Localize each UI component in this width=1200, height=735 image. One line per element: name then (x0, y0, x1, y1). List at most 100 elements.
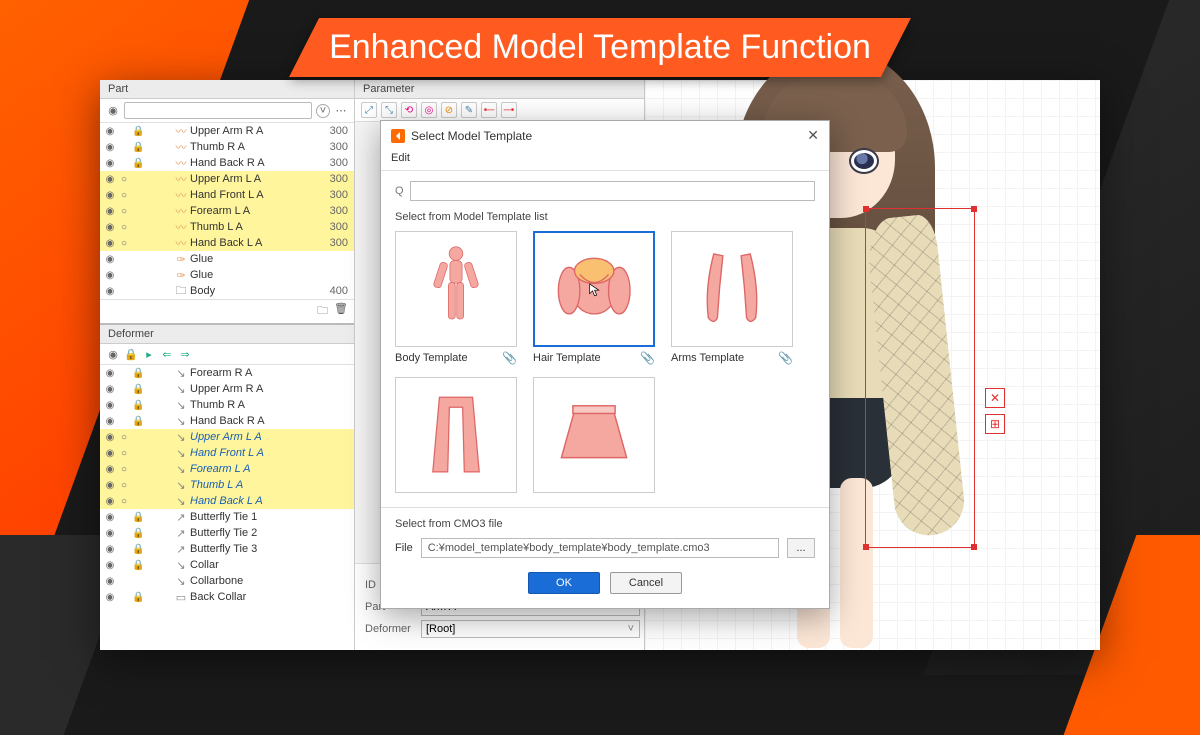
file-path-input[interactable] (421, 538, 779, 558)
deformer-row[interactable]: ◉○↘Upper Arm L A (100, 429, 354, 445)
collapse-icon[interactable]: ˅ (316, 104, 330, 118)
trash-icon[interactable]: 🗑 (334, 302, 348, 321)
part-row[interactable]: ◉○〰Hand Front L A300 (100, 187, 354, 203)
deformer-row-label: Butterfly Tie 2 (188, 527, 348, 539)
tool-link-icon[interactable]: ⊘ (441, 102, 457, 118)
app-logo-icon (391, 129, 405, 143)
new-folder-icon[interactable]: 🗀 (317, 302, 328, 321)
template-label: Arms Template (671, 352, 744, 364)
prop-deformer-label: Deformer (365, 623, 415, 635)
deformer-row-label: Upper Arm R A (188, 383, 348, 395)
deformer-row[interactable]: ◉○↘Thumb L A (100, 477, 354, 493)
dialog-titlebar[interactable]: Select Model Template ✕ (381, 121, 829, 150)
deformer-row-label: Back Collar (188, 591, 348, 603)
tool-shrink-icon[interactable]: ⤡ (381, 102, 397, 118)
deformer-row[interactable]: ◉○↘Forearm L A (100, 461, 354, 477)
deformer-row-label: Butterfly Tie 1 (188, 511, 348, 523)
deformer-tree[interactable]: ◉🔒↘Forearm R A◉🔒↘Upper Arm R A◉🔒↘Thumb R… (100, 365, 354, 605)
template-grid: Body Template📎Hair Template📎Arms Templat… (395, 231, 815, 493)
tool-refresh-icon[interactable]: ⟲ (401, 102, 417, 118)
part-row-label: Upper Arm L A (188, 173, 316, 185)
part-row-label: Body (188, 285, 316, 297)
arrow-right-icon[interactable]: ⇒ (178, 347, 192, 361)
part-row-label: Forearm L A (188, 205, 316, 217)
deformer-row-label: Collarbone (188, 575, 348, 587)
attachment-icon: 📎 (778, 351, 793, 365)
ok-button[interactable]: OK (528, 572, 600, 594)
lock-icon[interactable]: 🔒 (124, 347, 138, 361)
play-icon[interactable]: ▸ (142, 347, 156, 361)
deformer-row[interactable]: ◉○↘Hand Back L A (100, 493, 354, 509)
template-label: Body Template (395, 352, 468, 364)
deformer-row[interactable]: ◉🔒↗Butterfly Tie 3 (100, 541, 354, 557)
part-row[interactable]: ◉○〰Forearm L A300 (100, 203, 354, 219)
part-row[interactable]: ◉○〰Upper Arm L A300 (100, 171, 354, 187)
tool-slider2-icon[interactable]: ─• (501, 102, 517, 118)
deformer-row-label: Forearm L A (188, 463, 348, 475)
banner-title: Enhanced Model Template Function (289, 18, 911, 77)
template-card[interactable]: Arms Template 📎 (671, 231, 793, 365)
attachment-icon: 📎 (640, 351, 655, 365)
options-icon[interactable]: ⋯ (334, 104, 348, 118)
deformer-row[interactable]: ◉🔒↘Upper Arm R A (100, 381, 354, 397)
deformer-row[interactable]: ◉🔒↘Collar (100, 557, 354, 573)
tool-slider1-icon[interactable]: •─ (481, 102, 497, 118)
part-footer: 🗀 🗑 (100, 299, 354, 323)
deformer-row-label: Butterfly Tie 3 (188, 543, 348, 555)
part-row[interactable]: ◉✑Glue (100, 251, 354, 267)
part-row[interactable]: ◉🔒〰Hand Back R A300 (100, 155, 354, 171)
part-row[interactable]: ◉○〰Hand Back L A300 (100, 235, 354, 251)
close-transform-icon[interactable]: ✕ (985, 388, 1005, 408)
grid-transform-icon[interactable]: ⊞ (985, 414, 1005, 434)
template-card[interactable] (533, 377, 655, 493)
part-row-label: Glue (188, 253, 316, 265)
part-row[interactable]: ◉🔒〰Upper Arm R A300 (100, 123, 354, 139)
arrow-left-icon[interactable]: ⇐ (160, 347, 174, 361)
part-row-label: Hand Front L A (188, 189, 316, 201)
promo-banner: Enhanced Model Template Function (289, 18, 911, 77)
eye-icon[interactable]: ◉ (106, 347, 120, 361)
part-row-label: Upper Arm R A (188, 125, 316, 137)
select-model-template-dialog: Select Model Template ✕ Edit Q Select fr… (380, 120, 830, 609)
template-search-input[interactable] (410, 181, 815, 201)
close-icon[interactable]: ✕ (807, 127, 819, 144)
search-icon: Q (395, 185, 404, 197)
part-row[interactable]: ◉🗀Body400 (100, 283, 354, 299)
deformer-row-label: Hand Front L A (188, 447, 348, 459)
deformer-row-label: Thumb R A (188, 399, 348, 411)
dialog-title: Select Model Template (411, 129, 532, 143)
browse-button[interactable]: ... (787, 538, 815, 558)
eye-icon[interactable]: ◉ (106, 104, 120, 118)
part-row-label: Glue (188, 269, 316, 281)
template-thumbnail (533, 231, 655, 347)
deformer-row[interactable]: ◉🔒↘Forearm R A (100, 365, 354, 381)
tool-target-icon[interactable]: ◎ (421, 102, 437, 118)
deformer-row[interactable]: ◉🔒↘Hand Back R A (100, 413, 354, 429)
left-sidebar: Part ◉ ˅ ⋯ ◉🔒〰Upper Arm R A300◉🔒〰Thumb R… (100, 80, 355, 650)
selected-mesh[interactable] (865, 208, 975, 548)
deformer-panel-title: Deformer (100, 325, 354, 344)
template-thumbnail (671, 231, 793, 347)
part-row[interactable]: ◉○〰Thumb L A300 (100, 219, 354, 235)
tool-expand-icon[interactable]: ⤢ (361, 102, 377, 118)
deformer-row-label: Hand Back L A (188, 495, 348, 507)
part-row[interactable]: ◉✑Glue (100, 267, 354, 283)
deformer-row[interactable]: ◉○↘Hand Front L A (100, 445, 354, 461)
deformer-row[interactable]: ◉🔒↗Butterfly Tie 2 (100, 525, 354, 541)
deformer-row[interactable]: ◉🔒↘Thumb R A (100, 397, 354, 413)
tool-pencil-icon[interactable]: ✎ (461, 102, 477, 118)
part-panel-title: Part (100, 80, 354, 99)
part-tree[interactable]: ◉🔒〰Upper Arm R A300◉🔒〰Thumb R A300◉🔒〰Han… (100, 123, 354, 299)
deformer-row[interactable]: ◉🔒▭Back Collar (100, 589, 354, 605)
dialog-menu-edit[interactable]: Edit (381, 150, 829, 171)
template-card[interactable] (395, 377, 517, 493)
prop-deformer-select[interactable] (421, 620, 640, 638)
deformer-row[interactable]: ◉↘Collarbone (100, 573, 354, 589)
cancel-button[interactable]: Cancel (610, 572, 682, 594)
part-row[interactable]: ◉🔒〰Thumb R A300 (100, 139, 354, 155)
deformer-row[interactable]: ◉🔒↗Butterfly Tie 1 (100, 509, 354, 525)
template-card[interactable]: Hair Template📎 (533, 231, 655, 365)
template-card[interactable]: Body Template📎 (395, 231, 517, 365)
file-label: File (395, 542, 413, 554)
part-search-input[interactable] (124, 102, 312, 119)
